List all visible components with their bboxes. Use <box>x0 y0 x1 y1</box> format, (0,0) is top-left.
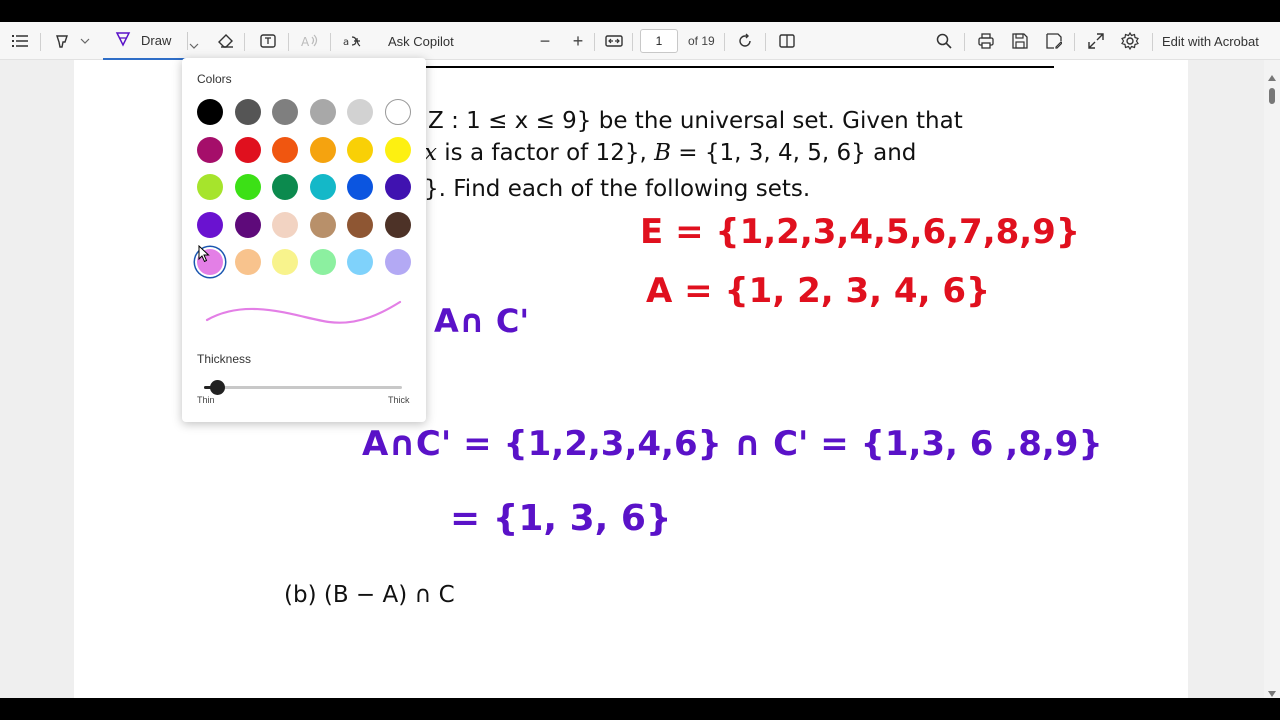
color-swatch[interactable] <box>347 174 373 200</box>
save-icon[interactable] <box>1008 22 1032 60</box>
toolbar-separator <box>288 33 289 51</box>
color-swatch[interactable] <box>197 136 223 163</box>
color-swatch[interactable] <box>384 99 411 125</box>
color-swatch[interactable] <box>309 136 336 163</box>
color-swatch[interactable] <box>384 211 411 238</box>
thickness-title: Thickness <box>197 352 252 366</box>
rotate-icon[interactable] <box>733 22 757 60</box>
mouse-cursor-icon <box>198 245 210 263</box>
thick-label: Thick <box>388 395 410 405</box>
color-swatch[interactable] <box>347 249 373 275</box>
toolbar-separator <box>594 33 595 51</box>
color-swatch[interactable] <box>272 136 298 163</box>
color-swatch[interactable] <box>272 174 298 200</box>
color-swatch[interactable] <box>384 249 411 275</box>
color-swatch[interactable] <box>234 99 261 125</box>
page-number-input[interactable]: 1 <box>640 29 678 53</box>
color-swatch[interactable] <box>309 99 336 125</box>
toolbar-separator <box>964 33 965 51</box>
colors-title: Colors <box>197 72 232 86</box>
translate-icon[interactable]: a <box>340 22 364 60</box>
zoom-in-button[interactable]: + <box>568 22 588 60</box>
stroke-preview <box>205 300 402 324</box>
color-swatch[interactable] <box>234 174 261 200</box>
toolbar-separator <box>632 33 633 51</box>
color-swatch[interactable] <box>309 174 336 200</box>
color-swatch[interactable] <box>272 249 298 275</box>
highlight-icon[interactable] <box>50 22 74 60</box>
draw-button[interactable]: Draw <box>103 22 207 60</box>
contents-menu-icon[interactable] <box>8 22 34 60</box>
zoom-out-button[interactable]: − <box>535 22 555 60</box>
draw-pen-icon <box>115 31 131 50</box>
thin-label: Thin <box>197 395 215 405</box>
page-total: of 19 <box>688 34 715 48</box>
letterbox-top <box>0 0 1280 22</box>
toolbar-separator <box>1074 33 1075 51</box>
svg-text:A: A <box>301 35 310 48</box>
problem-line-1: Z : 1 ≤ x ≤ 9} be the universal set. Giv… <box>428 108 963 134</box>
ask-copilot-button[interactable]: Ask Copilot <box>388 22 458 60</box>
color-swatch[interactable] <box>309 249 336 275</box>
color-swatch[interactable] <box>309 211 336 238</box>
color-swatch[interactable] <box>272 99 298 125</box>
toolbar-separator <box>724 33 725 51</box>
problem-part-b: (b) (B − A) ∩ C <box>284 582 455 608</box>
thickness-slider-thumb[interactable] <box>210 380 226 395</box>
pdf-toolbar: Draw A a Ask Copilot − + 1 of 19 Edit wi… <box>0 22 1280 60</box>
search-icon[interactable] <box>932 22 956 60</box>
color-swatch[interactable] <box>347 99 373 125</box>
color-swatch[interactable] <box>197 174 223 200</box>
toolbar-separator <box>330 33 331 51</box>
letterbox-bottom <box>0 698 1280 720</box>
color-swatch[interactable] <box>347 136 373 163</box>
fit-page-icon[interactable] <box>602 22 626 60</box>
color-swatch[interactable] <box>347 211 373 238</box>
problem-line-3: }. Find each of the following sets. <box>424 176 811 202</box>
text-box-icon[interactable] <box>256 22 280 60</box>
scrollbar-thumb[interactable] <box>1269 88 1275 104</box>
color-swatch[interactable] <box>197 211 223 238</box>
save-as-icon[interactable] <box>1042 22 1066 60</box>
color-swatch[interactable] <box>384 174 411 200</box>
vertical-scrollbar[interactable] <box>1264 60 1280 698</box>
color-swatch[interactable] <box>272 211 298 238</box>
toolbar-separator <box>40 33 41 51</box>
eraser-icon[interactable] <box>214 22 238 60</box>
toolbar-separator <box>765 33 766 51</box>
print-icon[interactable] <box>974 22 998 60</box>
thickness-slider[interactable] <box>204 386 402 389</box>
svg-text:a: a <box>343 37 349 48</box>
read-aloud-icon[interactable]: A <box>298 22 322 60</box>
scroll-up-icon[interactable] <box>1268 68 1276 86</box>
toolbar-separator <box>1152 33 1153 51</box>
color-swatch[interactable] <box>234 249 261 275</box>
draw-chevron-down-icon[interactable] <box>189 37 199 52</box>
draw-settings-popup: Colors Thickness Thin Thick <box>182 58 426 422</box>
page-view-icon[interactable] <box>775 22 799 60</box>
draw-label: Draw <box>141 32 172 48</box>
highlight-chevron-down-icon[interactable] <box>76 22 94 60</box>
color-swatch[interactable] <box>197 99 223 125</box>
color-swatch[interactable] <box>384 136 411 163</box>
page-top-rule <box>426 66 1054 68</box>
problem-line-2: x is a factor of 12}, B = {1, 3, 4, 5, 6… <box>424 140 917 166</box>
color-swatch[interactable] <box>234 211 261 238</box>
gear-icon[interactable] <box>1118 22 1142 60</box>
expand-icon[interactable] <box>1084 22 1108 60</box>
color-swatch[interactable] <box>234 136 261 163</box>
edit-with-acrobat-button[interactable]: Edit with Acrobat <box>1162 22 1272 60</box>
toolbar-separator <box>244 33 245 51</box>
